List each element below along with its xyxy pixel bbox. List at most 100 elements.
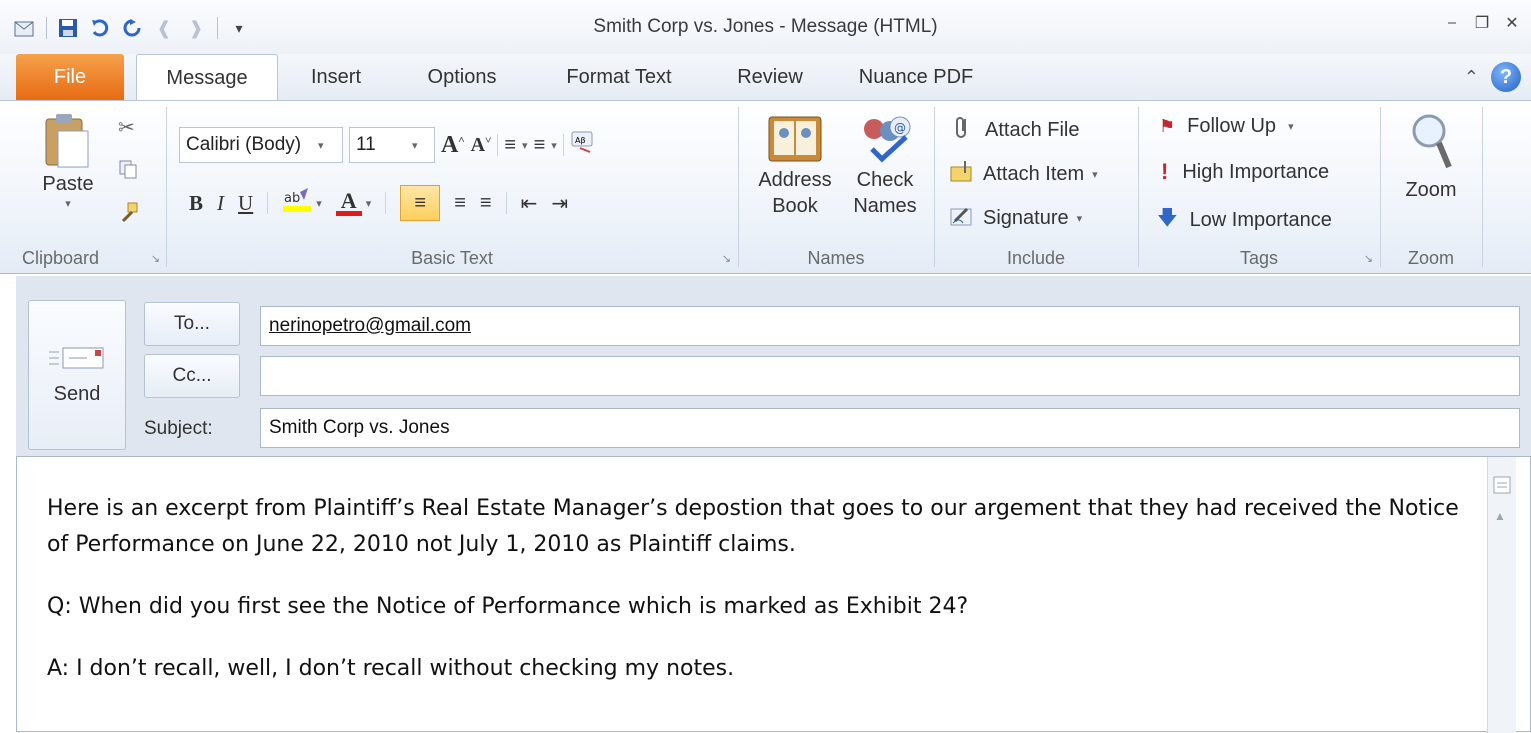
paste-icon xyxy=(45,114,89,168)
restore-icon[interactable]: ❐ xyxy=(1471,12,1493,34)
zoom-group: Zoom Zoom xyxy=(1381,101,1481,273)
clipboard-group-label: Clipboard xyxy=(22,248,100,268)
follow-up-label: Follow Up xyxy=(1187,115,1277,137)
subject-value: Smith Corp vs. Jones xyxy=(269,417,450,438)
tab-options[interactable]: Options xyxy=(404,54,520,100)
align-right-icon[interactable]: ≡ xyxy=(480,192,492,215)
high-importance-button[interactable]: ! High Importance xyxy=(1161,159,1329,185)
outlook-message-window: ❰ ❱ ▾ Smith Corp vs. Jones - Message (HT… xyxy=(0,0,1531,733)
to-recipient[interactable]: nerinopetro@gmail.com xyxy=(269,315,471,337)
toolbar-separator xyxy=(562,134,564,156)
tab-review[interactable]: Review xyxy=(718,54,822,100)
ruler-toggle-icon[interactable] xyxy=(1493,475,1511,500)
shrink-font-icon[interactable]: A˅ xyxy=(471,134,492,157)
clear-formatting-icon[interactable]: Aβ xyxy=(570,130,596,160)
ribbon: Paste ▾ ✂ Clipboard ↘ Calibri (Body) ▾ 1… xyxy=(0,100,1531,274)
grow-font-icon[interactable]: A˄ xyxy=(441,132,465,159)
svg-text:ab: ab xyxy=(284,191,300,206)
tags-launcher-icon[interactable]: ↘ xyxy=(1364,252,1373,265)
title-bar: ❰ ❱ ▾ Smith Corp vs. Jones - Message (HT… xyxy=(0,0,1531,54)
cc-button[interactable]: Cc... xyxy=(144,354,240,398)
tab-insert[interactable]: Insert xyxy=(290,54,382,100)
message-body[interactable]: Here is an excerpt from Plaintiff’s Real… xyxy=(16,456,1531,733)
include-group: Attach File Attach Item ▾ Signature ▾ In… xyxy=(935,101,1137,273)
body-paragraph: Q: When did you first see the Notice of … xyxy=(47,594,969,619)
paste-dropdown-icon: ▾ xyxy=(65,198,71,210)
help-icon[interactable]: ? xyxy=(1491,62,1521,92)
bold-button[interactable]: B xyxy=(189,191,203,216)
toolbar-separator xyxy=(267,192,269,214)
magnifier-icon xyxy=(1412,114,1452,169)
basic-text-group-label: Basic Text xyxy=(411,248,493,268)
scroll-up-icon[interactable]: ▲ xyxy=(1494,509,1506,523)
chevron-down-icon: ▾ xyxy=(1288,121,1294,133)
check-names-button[interactable]: @ Check Names xyxy=(843,111,927,219)
underline-button[interactable]: U xyxy=(238,191,253,216)
address-book-button[interactable]: Address Book xyxy=(751,111,839,219)
vertical-scrollbar[interactable]: ▲ xyxy=(1487,457,1516,733)
italic-button[interactable]: I xyxy=(217,191,224,216)
svg-text:Aβ: Aβ xyxy=(575,136,586,145)
to-field[interactable]: nerinopetro@gmail.com xyxy=(260,306,1520,346)
check-names-line1: Check xyxy=(856,169,914,191)
font-color-swatch xyxy=(335,210,362,216)
tab-nuance-pdf[interactable]: Nuance PDF xyxy=(846,54,986,100)
font-name-value: Calibri (Body) xyxy=(186,134,302,155)
check-names-line2: Names xyxy=(853,195,917,217)
font-color-glyph: A xyxy=(340,187,357,213)
tags-group: ⚑ Follow Up ▾ ! High Importance 🡇 Low Im… xyxy=(1139,101,1379,273)
high-importance-icon: ! xyxy=(1161,159,1169,184)
chevron-down-icon[interactable]: ▾ xyxy=(316,197,322,210)
cc-field[interactable] xyxy=(260,356,1520,396)
font-color-button[interactable]: A xyxy=(335,187,362,216)
minimize-ribbon-icon[interactable]: ⌃ xyxy=(1464,67,1479,88)
chevron-down-icon: ▾ xyxy=(412,139,418,152)
zoom-label: Zoom xyxy=(1405,179,1457,201)
format-painter-icon[interactable] xyxy=(118,201,140,223)
copy-icon[interactable] xyxy=(118,159,138,179)
ribbon-tabs: File Message Insert Options Format Text … xyxy=(0,54,1531,102)
bullets-icon[interactable]: ≡ xyxy=(504,134,516,157)
address-book-line2: Book xyxy=(772,195,818,217)
font-size-combo[interactable]: 11 ▾ xyxy=(349,127,435,163)
highlight-icon[interactable]: ab xyxy=(282,186,312,220)
message-header-form: Send To... Cc... Subject: nerinopetro@gm… xyxy=(16,276,1531,456)
minimize-icon[interactable]: ⎯ xyxy=(1441,12,1463,34)
chevron-down-icon[interactable]: ▾ xyxy=(551,139,557,152)
send-envelope-icon xyxy=(47,344,107,375)
paste-button[interactable]: Paste ▾ xyxy=(30,111,106,221)
clipboard-group: Paste ▾ ✂ Clipboard ↘ xyxy=(0,101,166,273)
chevron-down-icon[interactable]: ▾ xyxy=(522,139,528,152)
check-names-icon: @ xyxy=(864,116,911,163)
tab-message[interactable]: Message xyxy=(136,54,278,102)
to-button[interactable]: To... xyxy=(144,302,240,346)
subject-field[interactable]: Smith Corp vs. Jones xyxy=(260,408,1520,448)
decrease-indent-icon[interactable]: ⇤ xyxy=(521,191,538,216)
message-body-text[interactable]: Here is an excerpt from Plaintiff’s Real… xyxy=(47,491,1467,713)
tab-file[interactable]: File xyxy=(16,54,124,100)
follow-up-button[interactable]: ⚑ Follow Up ▾ xyxy=(1159,115,1294,138)
align-center-icon[interactable]: ≡ xyxy=(454,192,466,215)
send-button[interactable]: Send xyxy=(28,300,126,450)
attach-file-label: Attach File xyxy=(985,118,1080,141)
names-group-label: Names xyxy=(807,248,865,268)
chevron-down-icon[interactable]: ▾ xyxy=(366,197,372,210)
basic-text-launcher-icon[interactable]: ↘ xyxy=(722,252,731,265)
signature-button[interactable]: Signature ▾ xyxy=(949,203,1082,233)
align-left-icon[interactable]: ≡ xyxy=(400,185,441,221)
clipboard-launcher-icon[interactable]: ↘ xyxy=(151,252,160,265)
cut-icon[interactable]: ✂ xyxy=(118,115,135,140)
font-name-combo[interactable]: Calibri (Body) ▾ xyxy=(179,127,343,163)
attach-item-button[interactable]: Attach Item ▾ xyxy=(949,159,1098,189)
svg-text:@: @ xyxy=(894,121,906,135)
close-icon[interactable]: ✕ xyxy=(1501,12,1523,34)
tab-format-text[interactable]: Format Text xyxy=(546,54,692,100)
attach-file-button[interactable]: Attach File xyxy=(953,115,1079,145)
low-importance-label: Low Importance xyxy=(1189,208,1332,231)
font-size-value: 11 xyxy=(356,134,376,155)
low-importance-button[interactable]: 🡇 Low Importance xyxy=(1157,203,1332,237)
numbering-icon[interactable]: ≡ xyxy=(534,134,546,157)
increase-indent-icon[interactable]: ⇥ xyxy=(551,191,568,216)
toolbar-separator xyxy=(505,192,507,214)
zoom-button[interactable]: Zoom xyxy=(1395,111,1467,203)
